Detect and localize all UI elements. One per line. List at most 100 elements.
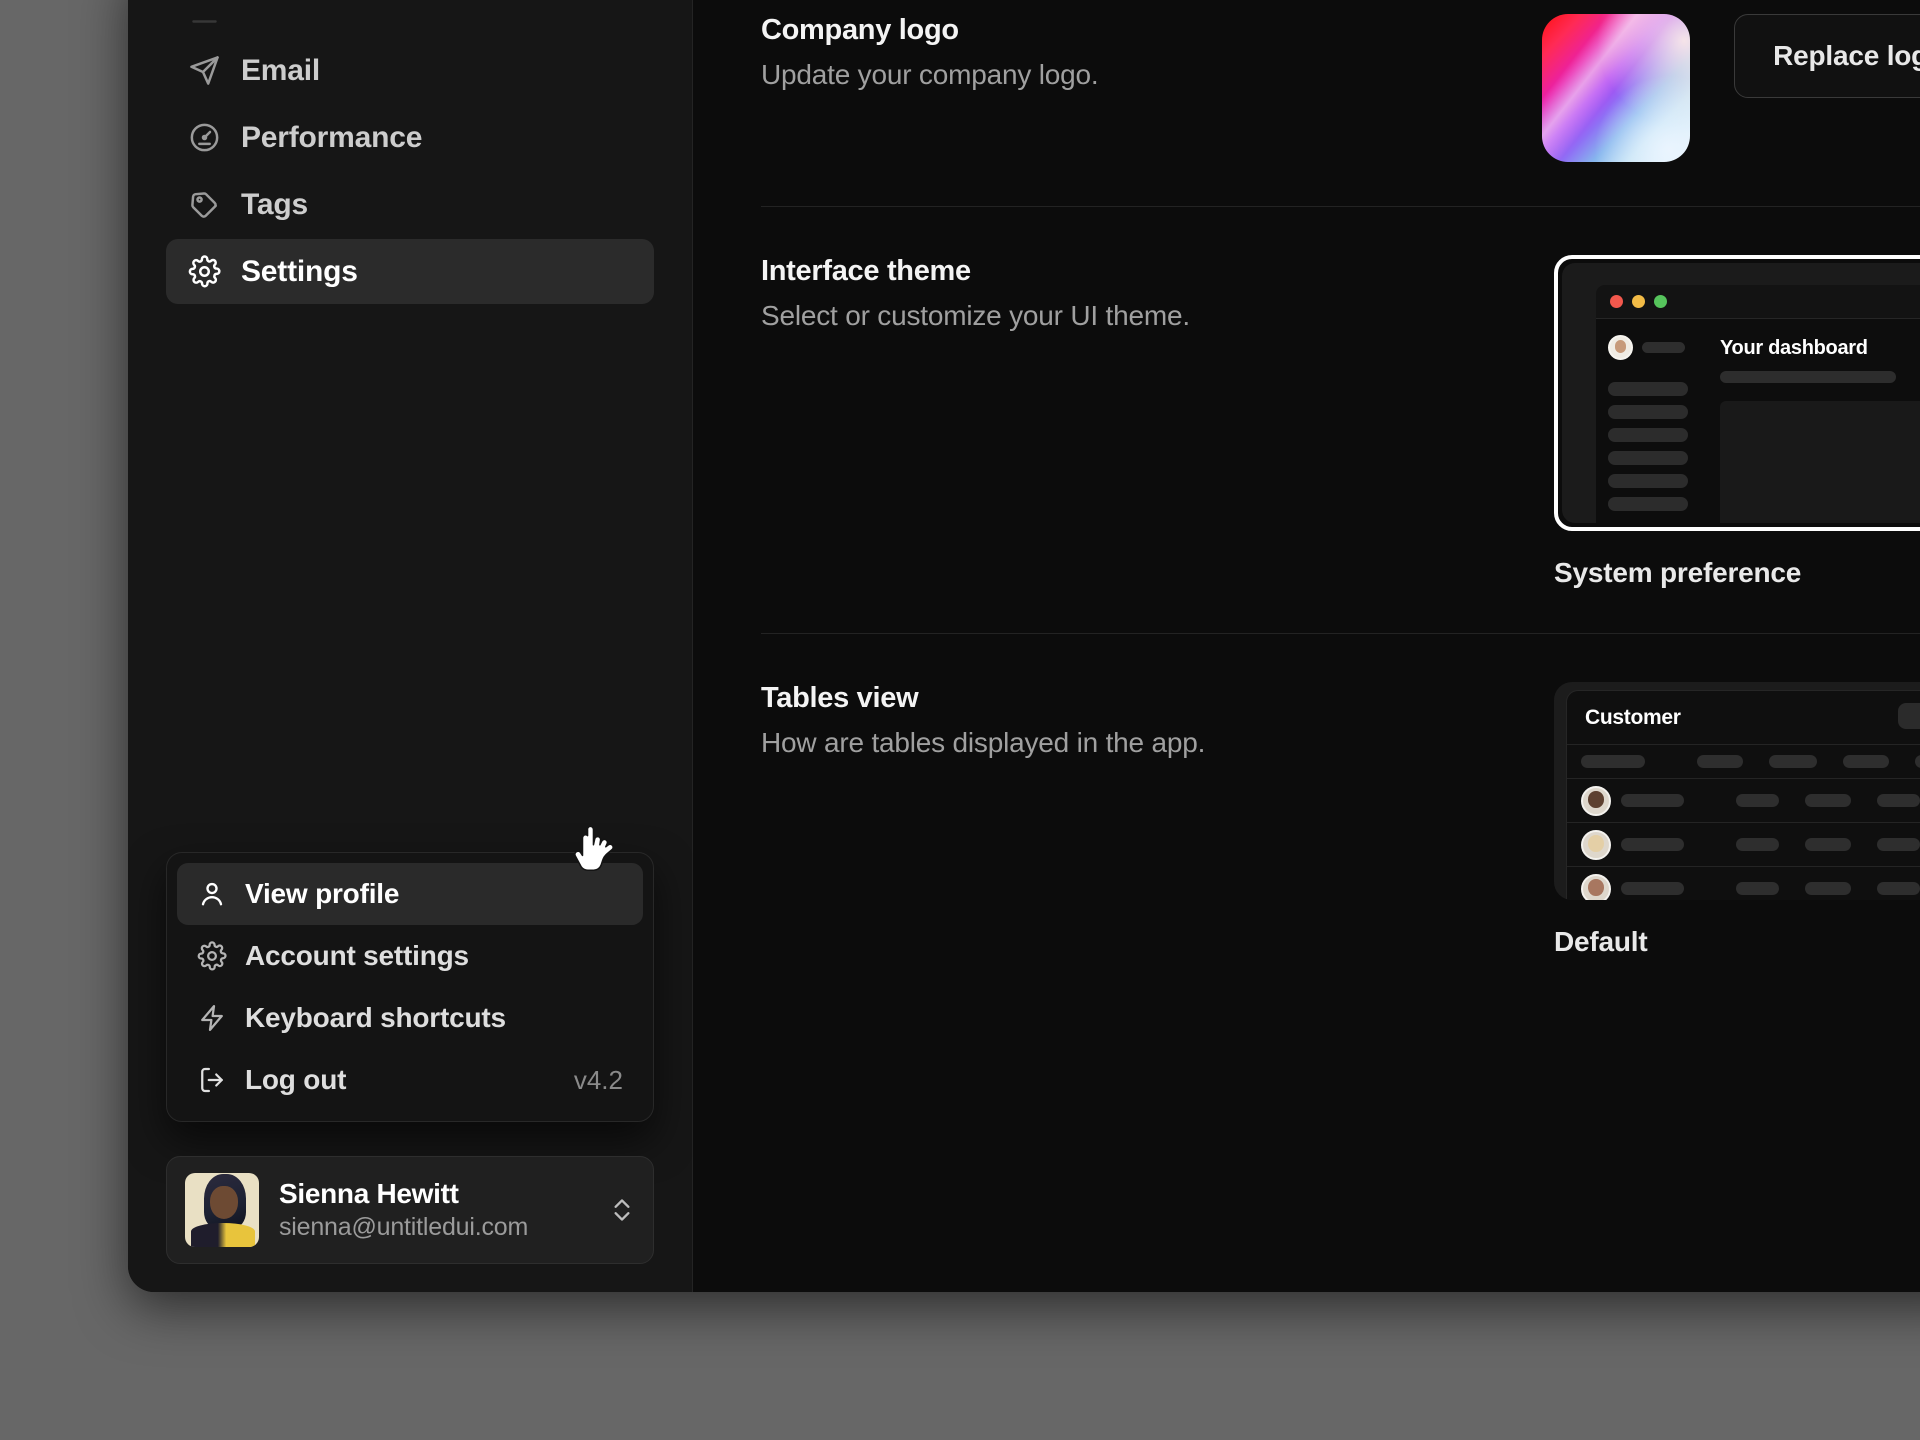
avatar — [185, 1173, 259, 1247]
traffic-light-green-icon — [1654, 295, 1667, 308]
user-profile-card[interactable]: Sienna Hewitt sienna@untitledui.com — [166, 1156, 654, 1264]
mock-skeleton-bar — [1735, 882, 1780, 895]
mock-titlebar — [1596, 285, 1920, 319]
partial-icon — [188, 6, 221, 36]
mock-skeleton-bar — [1621, 794, 1684, 807]
mock-skeleton-bar — [1621, 882, 1684, 895]
tag-icon — [188, 188, 221, 221]
mock-skeleton-bar — [1608, 474, 1688, 488]
logout-icon — [197, 1065, 227, 1095]
mock-skeleton-bar — [1769, 755, 1817, 768]
avatar — [1581, 829, 1611, 860]
replace-logo-button[interactable]: Replace logo — [1734, 14, 1920, 98]
tables-preview-mock: Customer — [1566, 690, 1920, 900]
menu-item-account-settings[interactable]: Account settings — [177, 925, 643, 987]
mock-skeleton-bar — [1642, 342, 1685, 353]
mock-sidebar — [1596, 319, 1700, 523]
mock-button — [1898, 703, 1920, 729]
theme-preview-mock: Your dashboard — [1562, 263, 1920, 523]
section-text: Interface theme Select or customize your… — [761, 255, 1554, 332]
sidebar-item-partial[interactable] — [166, 6, 654, 36]
section-tables-view: Tables view How are tables displayed in … — [761, 633, 1920, 1002]
mock-skeleton-bar — [1608, 405, 1688, 419]
tables-option: Customer Default — [1554, 682, 1920, 958]
mock-skeleton-bar — [1581, 755, 1645, 768]
sidebar-nav: Email Performance Tags Settings — [166, 0, 654, 306]
menu-item-label: Account settings — [245, 940, 469, 971]
mock-content: Your dashboard — [1700, 319, 1920, 523]
sidebar-item-tags[interactable]: Tags — [166, 172, 654, 237]
tables-preview-card[interactable]: Customer — [1554, 682, 1920, 900]
app-version-badge: v4.2 — [573, 1064, 623, 1095]
menu-item-keyboard-shortcuts[interactable]: Keyboard shortcuts — [177, 987, 643, 1049]
sidebar-item-label: Settings — [241, 254, 358, 288]
menu-item-log-out[interactable]: Log out v4.2 — [177, 1049, 643, 1111]
mock-skeleton-bar — [1805, 882, 1851, 895]
user-name: Sienna Hewitt — [279, 1178, 459, 1210]
mock-skeleton-bar — [1735, 794, 1780, 807]
mock-skeleton-bar — [1876, 838, 1920, 851]
mock-skeleton-bar — [1608, 451, 1688, 465]
table-row — [1567, 867, 1920, 900]
settings-content: Company logo Update your company logo. R… — [693, 0, 1920, 1292]
section-description: Select or customize your UI theme. — [761, 300, 1190, 331]
lightning-icon — [197, 1003, 227, 1033]
sidebar-item-label: Tags — [241, 187, 308, 221]
company-logo-thumbnail[interactable] — [1542, 14, 1691, 162]
sidebar-item-label: Email — [241, 53, 321, 87]
mock-table-title: Customer — [1585, 705, 1681, 729]
mock-skeleton-bar — [1876, 794, 1920, 807]
sidebar-item-settings[interactable]: Settings — [166, 239, 654, 304]
mock-skeleton-bar — [1621, 838, 1684, 851]
table-row — [1567, 779, 1920, 823]
gear-icon — [188, 255, 221, 288]
mock-user-row — [1608, 335, 1688, 360]
menu-item-label: Keyboard shortcuts — [245, 1002, 506, 1033]
sidebar-item-label: Performance — [241, 120, 423, 154]
mock-skeleton-bar — [1876, 882, 1920, 895]
menu-item-view-profile[interactable]: View profile — [177, 863, 643, 925]
traffic-light-yellow-icon — [1632, 295, 1645, 308]
theme-option: Your dashboard System preference — [1554, 255, 1920, 589]
table-row — [1567, 823, 1920, 867]
user-dropdown-menu: View profile Account settings Keyboard s… — [166, 852, 654, 1122]
mock-avatar — [1608, 335, 1633, 360]
chevron-up-down-icon[interactable] — [609, 1193, 635, 1227]
sidebar-item-email[interactable]: Email — [166, 38, 654, 103]
section-controls: Replace logo — [1542, 14, 1920, 162]
section-description: Update your company logo. — [761, 59, 1099, 90]
app-window: Email Performance Tags Settings View pro… — [128, 0, 1920, 1292]
mock-skeleton-bar — [1915, 755, 1920, 768]
mock-skeleton-bar — [1735, 838, 1780, 851]
mock-skeleton-bar — [1843, 755, 1889, 768]
traffic-light-red-icon — [1610, 295, 1623, 308]
theme-preview-label: System preference — [1554, 557, 1802, 588]
section-text: Company logo Update your company logo. — [761, 14, 1542, 91]
gear-icon — [197, 941, 227, 971]
user-info: Sienna Hewitt sienna@untitledui.com — [279, 1176, 589, 1244]
sidebar: Email Performance Tags Settings View pro… — [128, 0, 693, 1292]
gauge-icon — [188, 121, 221, 154]
section-title: Interface theme — [761, 255, 971, 287]
send-icon — [188, 54, 221, 87]
mock-skeleton-bar — [1608, 497, 1688, 511]
sidebar-item-performance[interactable]: Performance — [166, 105, 654, 170]
user-email: sienna@untitledui.com — [279, 1213, 529, 1242]
mock-dashboard-title: Your dashboard — [1720, 337, 1868, 359]
mock-skeleton-bar — [1805, 838, 1851, 851]
mock-panel — [1720, 401, 1920, 523]
mock-body: Your dashboard — [1596, 319, 1920, 523]
avatar — [1581, 785, 1611, 816]
section-interface-theme: Interface theme Select or customize your… — [761, 206, 1920, 633]
section-title: Tables view — [761, 682, 919, 714]
section-description: How are tables displayed in the app. — [761, 727, 1206, 758]
mock-table-column-row — [1567, 745, 1920, 779]
mock-skeleton-bar — [1608, 382, 1688, 396]
avatar — [1581, 873, 1611, 900]
mock-skeleton-bar — [1805, 794, 1851, 807]
menu-item-label: View profile — [245, 878, 400, 909]
theme-preview-card[interactable]: Your dashboard — [1554, 255, 1920, 531]
mock-skeleton-bar — [1720, 371, 1896, 383]
section-title: Company logo — [761, 14, 959, 46]
tables-preview-label: Default — [1554, 926, 1648, 957]
